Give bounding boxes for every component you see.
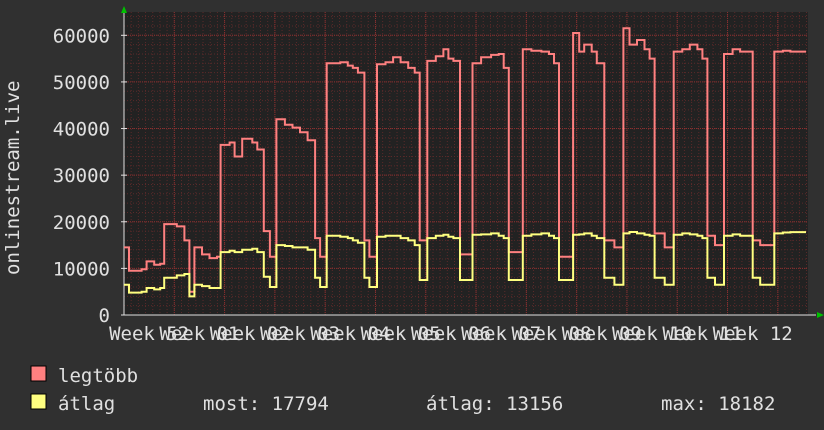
y-tick-label: 40000 [53, 119, 110, 141]
y-tick-label: 30000 [53, 165, 110, 187]
legend-swatch-atlag [30, 393, 47, 410]
y-tick-label: 50000 [53, 72, 110, 94]
stat-max: max: 18182 [661, 393, 775, 415]
y-tick-label: 10000 [53, 258, 110, 280]
stat-current: most: 17794 [203, 393, 329, 415]
plot-background [124, 12, 808, 315]
y-tick-label: 60000 [53, 25, 110, 47]
legend-label-atlag: átlag [58, 393, 115, 415]
stat-average: átlag: 13156 [426, 393, 563, 415]
x-tick-label: Week 12 [713, 323, 793, 345]
y-axis-label: onlinestream.live [2, 81, 24, 275]
y-tick-label: 20000 [53, 212, 110, 234]
legend-label-legtobb: legtöbb [58, 365, 138, 387]
legend-swatch-legtobb [30, 365, 47, 382]
chart-svg: 0100002000030000400005000060000Week 52We… [0, 0, 824, 430]
